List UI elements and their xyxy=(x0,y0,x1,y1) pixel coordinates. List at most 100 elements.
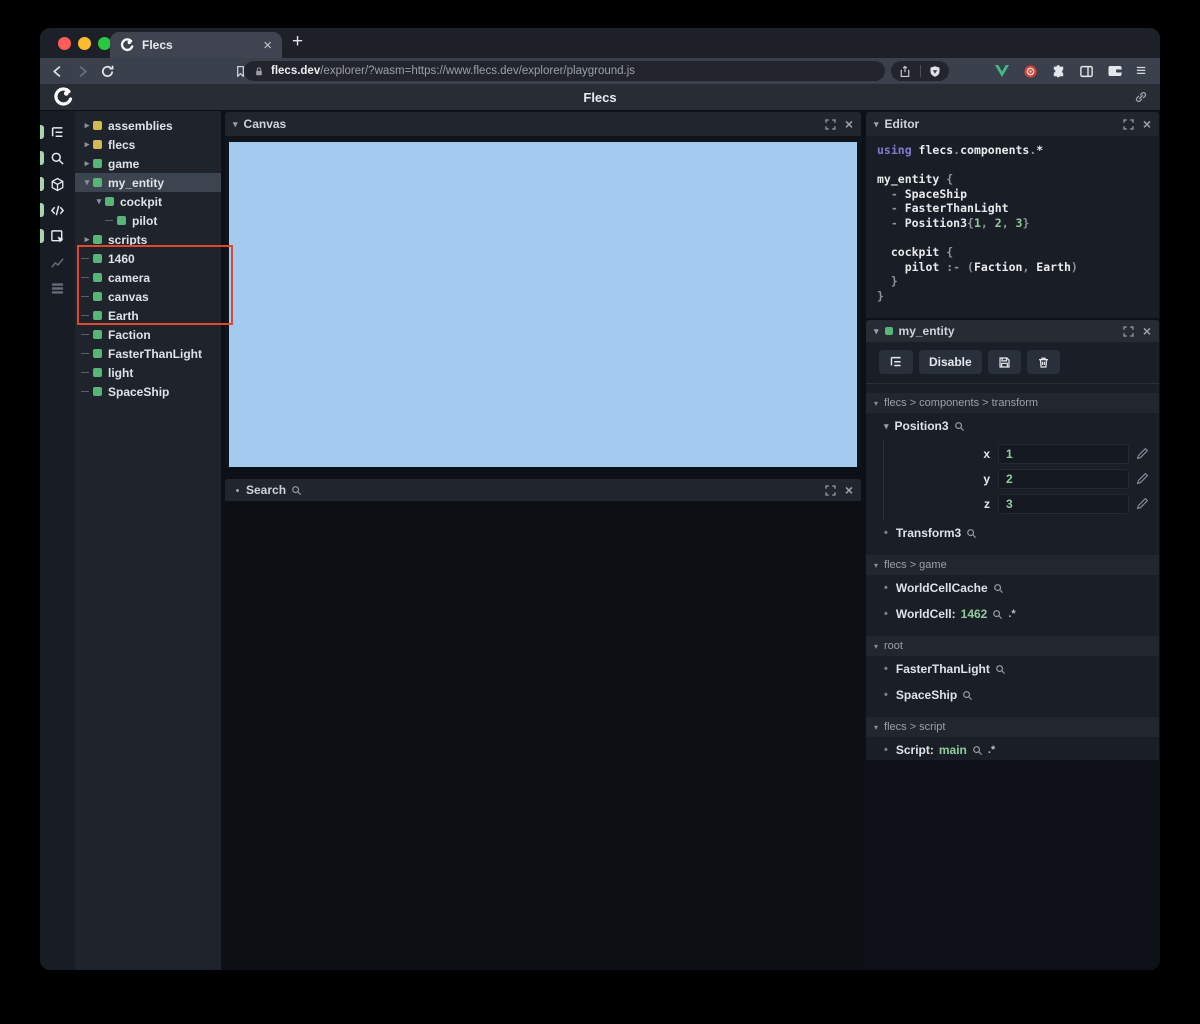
code-token: 1 xyxy=(973,215,981,230)
close-window-button[interactable] xyxy=(58,37,71,50)
magnifier-icon[interactable] xyxy=(966,528,977,539)
field-input-y[interactable] xyxy=(998,468,1129,489)
pair-icon[interactable]: .* xyxy=(988,744,995,756)
chevron-down-icon[interactable]: ▾ xyxy=(81,177,93,188)
cube-icon xyxy=(51,177,64,191)
field-input-z[interactable] xyxy=(998,493,1129,514)
sidebar-tree-button[interactable] xyxy=(40,119,75,145)
wallet-icon[interactable] xyxy=(1107,64,1123,78)
canvas-panel-header[interactable]: ▾ Canvas × xyxy=(225,112,861,136)
tree-item-Faction[interactable]: Faction xyxy=(75,325,221,344)
share-icon[interactable] xyxy=(899,65,911,78)
tree-item-my_entity[interactable]: ▾ my_entity xyxy=(75,173,221,192)
tree-item-label: Faction xyxy=(108,327,151,342)
close-icon[interactable]: × xyxy=(1143,324,1151,338)
sidebar-stats-button[interactable] xyxy=(40,249,75,275)
code-editor[interactable]: using flecs.components.* my_entity { - S… xyxy=(866,136,1159,318)
component-row-Transform3[interactable]: • Transform3 xyxy=(866,520,1159,546)
component-row-Script[interactable]: • Script: main .* xyxy=(866,737,1159,760)
pencil-icon[interactable] xyxy=(1136,472,1149,485)
chevron-right-icon[interactable]: ▸ xyxy=(81,120,93,131)
fullscreen-icon[interactable] xyxy=(1123,325,1134,337)
magnifier-icon[interactable] xyxy=(992,609,1003,620)
red-extension-icon[interactable] xyxy=(1023,64,1038,79)
search-panel-header[interactable]: Search × xyxy=(225,479,861,501)
flecs-logo-icon[interactable] xyxy=(53,87,73,107)
tree-view-button[interactable] xyxy=(879,350,913,374)
menu-icon[interactable]: ≡ xyxy=(1136,61,1146,81)
tree-guide-dash xyxy=(105,220,113,221)
pencil-icon[interactable] xyxy=(1136,497,1149,510)
chevron-right-icon[interactable]: ▸ xyxy=(81,139,93,150)
magnifier-icon[interactable] xyxy=(972,745,983,756)
canvas-body xyxy=(225,136,861,467)
magnifier-icon[interactable] xyxy=(995,664,1006,675)
tree-item-SpaceShip[interactable]: SpaceShip xyxy=(75,382,221,401)
chevron-right-icon[interactable]: ▸ xyxy=(81,234,93,245)
code-token: ) xyxy=(1070,259,1078,274)
inspector-section-header[interactable]: ▾ flecs > components > transform xyxy=(866,393,1159,413)
sidebar-entities-button[interactable] xyxy=(40,171,75,197)
tree-item-light[interactable]: light xyxy=(75,363,221,382)
delete-button[interactable] xyxy=(1026,350,1060,374)
back-icon[interactable] xyxy=(50,64,65,79)
component-row-Position3[interactable]: ▾ Position3 xyxy=(866,413,1159,439)
inspector-section-header[interactable]: ▾ flecs > script xyxy=(866,717,1159,737)
component-row-SpaceShip[interactable]: • SpaceShip xyxy=(866,682,1159,708)
inspector-section-header[interactable]: ▾ flecs > game xyxy=(866,555,1159,575)
chevron-right-icon[interactable]: ▸ xyxy=(81,158,93,169)
forward-icon[interactable] xyxy=(75,64,90,79)
pair-icon[interactable]: .* xyxy=(1008,608,1015,620)
minimize-window-button[interactable] xyxy=(78,37,91,50)
sidebar-code-button[interactable] xyxy=(40,197,75,223)
shield-icon[interactable] xyxy=(929,65,941,78)
render-canvas[interactable] xyxy=(229,142,857,467)
magnifier-icon[interactable] xyxy=(962,690,973,701)
chevron-down-icon[interactable]: ▾ xyxy=(93,196,105,207)
component-row-WorldCell[interactable]: • WorldCell: 1462 .* xyxy=(866,601,1159,627)
magnifier-icon[interactable] xyxy=(993,583,1004,594)
tree-item-game[interactable]: ▸ game xyxy=(75,154,221,173)
tree-item-assemblies[interactable]: ▸ assemblies xyxy=(75,116,221,135)
magnifier-icon[interactable] xyxy=(954,421,965,432)
pencil-icon[interactable] xyxy=(1136,447,1149,460)
fullscreen-icon[interactable] xyxy=(825,484,836,496)
close-icon[interactable]: × xyxy=(845,117,853,131)
tab-close-icon[interactable]: × xyxy=(263,38,272,53)
tree-item-FasterThanLight[interactable]: FasterThanLight xyxy=(75,344,221,363)
link-icon[interactable] xyxy=(1134,90,1148,104)
tree-item-scripts[interactable]: ▸ scripts xyxy=(75,230,221,249)
component-row-WorldCellCache[interactable]: • WorldCellCache xyxy=(866,575,1159,601)
inspector-section-header[interactable]: ▾ root xyxy=(866,636,1159,656)
disable-button[interactable]: Disable xyxy=(919,350,982,374)
chevron-down-icon: ▾ xyxy=(874,398,879,408)
active-pill xyxy=(40,177,44,191)
close-icon[interactable]: × xyxy=(845,483,853,497)
sidebar-logs-button[interactable] xyxy=(40,275,75,301)
sidebar-toggle-icon[interactable] xyxy=(1079,64,1094,79)
sidebar-inspector-button[interactable] xyxy=(40,223,75,249)
browser-tab[interactable]: Flecs × xyxy=(110,32,282,58)
new-tab-button[interactable]: + xyxy=(292,31,303,53)
tree-item-flecs[interactable]: ▸ flecs xyxy=(75,135,221,154)
tree-item-pilot[interactable]: pilot xyxy=(75,211,221,230)
sidebar-search-button[interactable] xyxy=(40,145,75,171)
reload-icon[interactable] xyxy=(100,64,115,79)
tree-item-cockpit[interactable]: ▾ cockpit xyxy=(75,192,221,211)
component-row-FasterThanLight[interactable]: • FasterThanLight xyxy=(866,656,1159,682)
url-bar[interactable]: flecs.dev /explorer/?wasm=https://www.fl… xyxy=(244,61,885,81)
fullscreen-icon[interactable] xyxy=(1123,118,1134,130)
puzzle-icon[interactable] xyxy=(1051,64,1066,79)
tree-item-1460[interactable]: 1460 xyxy=(75,249,221,268)
tree-item-Earth[interactable]: Earth xyxy=(75,306,221,325)
inspector-panel-header[interactable]: ▾ my_entity × xyxy=(866,320,1159,342)
editor-panel-header[interactable]: ▾ Editor × xyxy=(866,112,1159,136)
close-icon[interactable]: × xyxy=(1143,117,1151,131)
field-input-x[interactable] xyxy=(998,443,1129,464)
vue-extension-icon[interactable] xyxy=(994,64,1010,78)
tree-item-camera[interactable]: camera xyxy=(75,268,221,287)
entity-square-icon xyxy=(93,292,102,301)
tree-item-canvas[interactable]: canvas xyxy=(75,287,221,306)
fullscreen-icon[interactable] xyxy=(825,118,836,130)
save-button[interactable] xyxy=(987,350,1021,374)
